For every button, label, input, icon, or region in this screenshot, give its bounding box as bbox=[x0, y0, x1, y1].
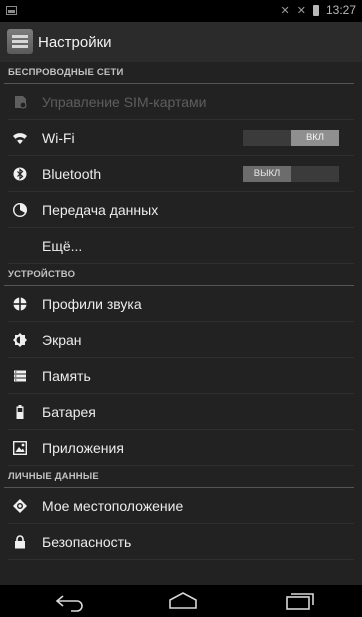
settings-list[interactable]: БЕСПРОВОДНЫЕ СЕТИ Управление SIM-картами… bbox=[0, 62, 362, 585]
wifi-label: Wi-Fi bbox=[42, 130, 75, 146]
location-icon bbox=[13, 499, 27, 513]
battery-icon bbox=[16, 405, 24, 419]
battery-label: Батарея bbox=[42, 404, 96, 420]
storage-item[interactable]: Память bbox=[0, 358, 362, 394]
status-bar: ✕ ✕ 13:27 bbox=[0, 0, 362, 22]
data-usage-item[interactable]: Передача данных bbox=[0, 192, 362, 228]
storage-icon bbox=[14, 370, 26, 382]
bluetooth-toggle-label: ВЫКЛ bbox=[243, 166, 291, 182]
sim-management-label: Управление SIM-картами bbox=[42, 94, 207, 110]
wifi-toggle-label: ВКЛ bbox=[291, 130, 339, 146]
settings-app-icon[interactable] bbox=[7, 29, 33, 54]
section-header-personal: ЛИЧНЫЕ ДАННЫЕ bbox=[0, 466, 362, 488]
home-icon[interactable] bbox=[166, 590, 200, 612]
display-item[interactable]: Экран bbox=[0, 322, 362, 358]
wifi-toggle[interactable]: ВКЛ bbox=[243, 130, 339, 146]
page-title: Настройки bbox=[38, 34, 112, 51]
storage-label: Память bbox=[42, 368, 91, 384]
data-usage-icon bbox=[13, 203, 27, 217]
sound-profiles-label: Профили звука bbox=[42, 296, 142, 312]
wifi-item[interactable]: Wi-Fi ВКЛ bbox=[0, 120, 362, 156]
apps-label: Приложения bbox=[42, 440, 124, 456]
security-label: Безопасность bbox=[42, 534, 132, 550]
sim-management-item[interactable]: Управление SIM-картами bbox=[0, 84, 362, 120]
display-icon bbox=[13, 333, 27, 347]
more-label: Ещё... bbox=[42, 238, 83, 254]
apps-item[interactable]: Приложения bbox=[0, 430, 362, 466]
wifi-icon bbox=[13, 133, 27, 144]
section-header-wireless: БЕСПРОВОДНЫЕ СЕТИ bbox=[0, 62, 362, 84]
battery-item[interactable]: Батарея bbox=[0, 394, 362, 430]
bluetooth-label: Bluetooth bbox=[42, 166, 102, 182]
location-label: Мое местоположение bbox=[42, 498, 184, 514]
image-notification-icon bbox=[6, 6, 17, 15]
more-item[interactable]: Ещё... bbox=[0, 228, 362, 264]
action-bar: Настройки bbox=[0, 22, 362, 62]
sim-icon bbox=[15, 96, 27, 109]
location-item[interactable]: Мое местоположение bbox=[0, 488, 362, 524]
display-label: Экран bbox=[42, 332, 82, 348]
recents-icon[interactable] bbox=[283, 590, 317, 612]
signal-x-icon: ✕ bbox=[296, 4, 306, 17]
back-icon[interactable] bbox=[53, 590, 87, 612]
sound-profiles-item[interactable]: Профили звука bbox=[0, 286, 362, 322]
section-header-device: УСТРОЙСТВО bbox=[0, 264, 362, 286]
signal-x-icon: ✕ bbox=[280, 4, 290, 17]
navigation-bar bbox=[0, 585, 362, 617]
security-item[interactable]: Безопасность bbox=[0, 524, 362, 560]
status-time: 13:27 bbox=[325, 3, 356, 17]
bluetooth-toggle[interactable]: ВЫКЛ bbox=[243, 166, 339, 182]
data-usage-label: Передача данных bbox=[42, 202, 159, 218]
sound-profile-icon bbox=[13, 297, 27, 311]
lock-icon bbox=[15, 535, 25, 549]
battery-icon bbox=[312, 4, 319, 16]
bluetooth-icon bbox=[13, 167, 27, 181]
apps-icon bbox=[13, 441, 27, 455]
bluetooth-item[interactable]: Bluetooth ВЫКЛ bbox=[0, 156, 362, 192]
